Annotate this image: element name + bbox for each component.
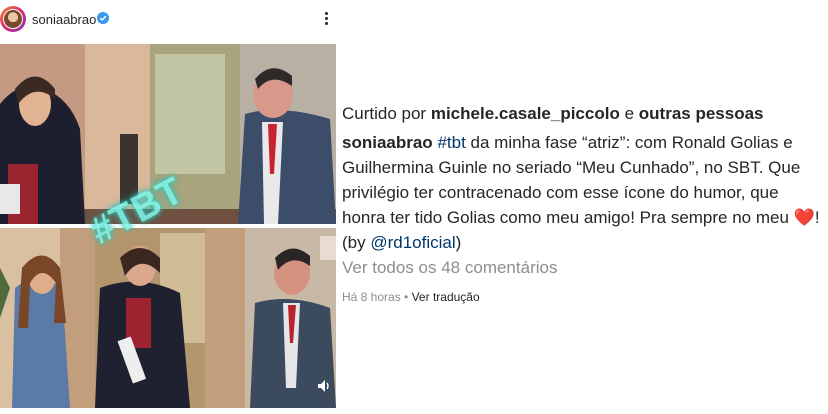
avatar[interactable] (0, 6, 26, 32)
mention-link[interactable]: @rd1oficial (370, 233, 455, 252)
avatar-photo (3, 9, 23, 29)
verified-icon (97, 12, 109, 24)
post-caption: soniaabrao #tbt da minha fase “atriz”: c… (342, 130, 826, 255)
post-meta-line: Há 8 horas • Ver tradução (342, 290, 480, 304)
post-header: soniaabrao (0, 0, 336, 44)
see-translation-link[interactable]: Ver tradução (412, 290, 480, 304)
photo-scene-bottom (0, 228, 336, 408)
view-all-comments-link[interactable]: Ver todos os 48 comentários (342, 258, 557, 278)
liked-and: e (624, 104, 635, 123)
liked-by-line: Curtido por michele.casale_piccolo e out… (342, 104, 764, 124)
liked-prefix: Curtido por (342, 104, 427, 123)
post-time: Há 8 horas (342, 290, 401, 304)
post-username[interactable]: soniaabrao (32, 12, 96, 27)
post-media-column: soniaabrao #TBT (0, 0, 336, 414)
liked-others-link[interactable]: outras pessoas (639, 104, 764, 123)
more-options-icon[interactable] (318, 10, 334, 32)
volume-icon[interactable] (316, 378, 332, 394)
caption-text-3: ) (455, 233, 462, 252)
hashtag-link[interactable]: #tbt (437, 133, 465, 152)
meta-separator: • (404, 290, 409, 304)
heart-emoji: ❤️ (793, 208, 815, 227)
caption-author-link[interactable]: soniaabrao (342, 133, 433, 152)
liked-user-link[interactable]: michele.casale_piccolo (431, 104, 620, 123)
post-caption-column: Curtido por michele.casale_piccolo e out… (336, 0, 828, 414)
post-photo-bottom (0, 228, 336, 408)
